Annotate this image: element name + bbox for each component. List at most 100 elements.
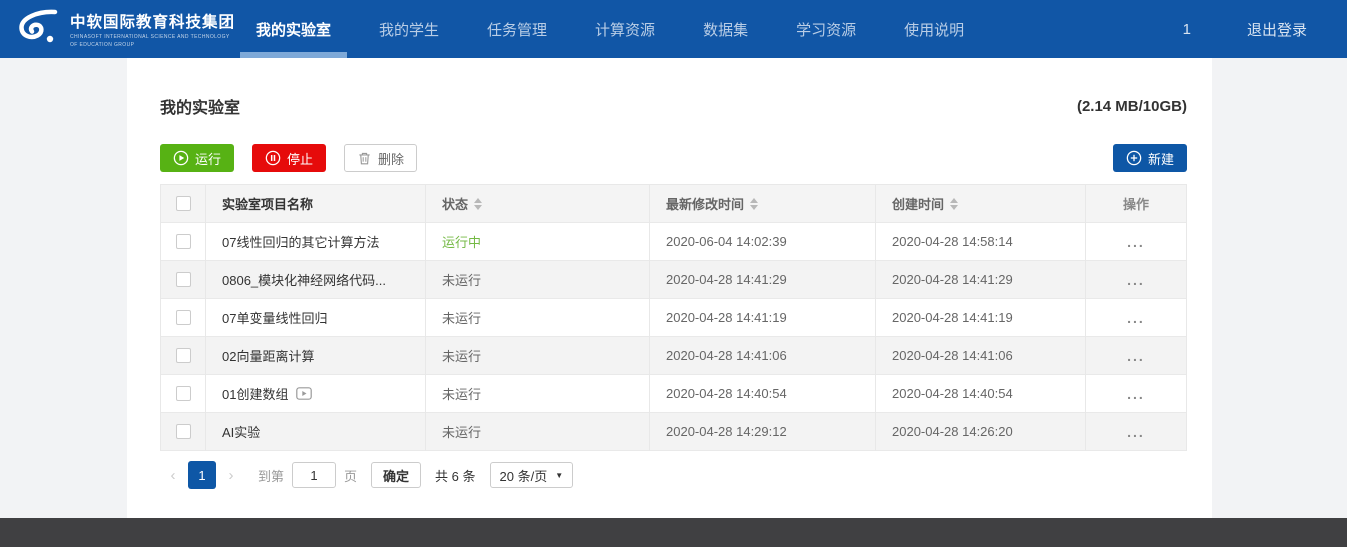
plus-circle-icon: [1126, 150, 1142, 166]
created-time: 2020-04-28 14:41:06: [876, 337, 1086, 375]
column-header-label: 最新修改时间: [666, 194, 744, 213]
pause-circle-icon: [265, 150, 281, 166]
play-circle-icon: [173, 150, 189, 166]
row-checkbox[interactable]: [176, 310, 191, 325]
row-checkbox[interactable]: [176, 234, 191, 249]
next-page-icon[interactable]: ›: [218, 461, 244, 489]
pagination-bar: ‹ 1 › 到第 页 确定 共 6 条 20 条/页 ▼: [160, 461, 1187, 489]
nav-right-section: 1 退出登录: [1183, 19, 1347, 40]
table-row: AI实验 未运行 2020-04-28 14:29:12 2020-04-28 …: [161, 413, 1186, 451]
created-time: 2020-04-28 14:58:14: [876, 223, 1086, 261]
column-header-label: 状态: [442, 194, 468, 213]
modified-time: 2020-04-28 14:40:54: [650, 375, 876, 413]
column-header-label: 创建时间: [892, 194, 944, 213]
confirm-page-button[interactable]: 确定: [371, 462, 421, 488]
project-name-link[interactable]: 07单变量线性回归: [222, 308, 327, 327]
video-player-icon[interactable]: [296, 387, 312, 400]
status-text: 未运行: [442, 270, 481, 289]
created-time: 2020-04-28 14:41:19: [876, 299, 1086, 337]
table-row: 07线性回归的其它计算方法 运行中 2020-06-04 14:02:39 20…: [161, 223, 1186, 261]
nav-item-0[interactable]: 我的实验室: [232, 0, 355, 58]
create-new-button[interactable]: 新建: [1113, 144, 1187, 172]
more-actions-icon[interactable]: ...: [1127, 424, 1145, 440]
more-actions-icon[interactable]: ...: [1127, 234, 1145, 250]
column-header[interactable]: 状态: [426, 185, 650, 223]
nav-item-4[interactable]: 数据集: [679, 0, 772, 58]
column-header: 实验室项目名称: [206, 185, 426, 223]
sort-carets-icon[interactable]: [750, 198, 758, 210]
prev-page-icon[interactable]: ‹: [160, 461, 186, 489]
status-text: 未运行: [442, 422, 481, 441]
sort-carets-icon[interactable]: [474, 198, 482, 210]
column-header-label: 操作: [1123, 194, 1149, 213]
table-row: 07单变量线性回归 未运行 2020-04-28 14:41:19 2020-0…: [161, 299, 1186, 337]
column-header-label: 实验室项目名称: [222, 194, 313, 213]
status-text: 未运行: [442, 384, 481, 403]
row-checkbox[interactable]: [176, 386, 191, 401]
modified-time: 2020-04-28 14:29:12: [650, 413, 876, 451]
project-name-link[interactable]: 01创建数组: [222, 384, 288, 403]
nav-menu: 我的实验室我的学生任务管理计算资源数据集学习资源使用说明: [232, 0, 988, 58]
logout-button[interactable]: 退出登录: [1247, 19, 1307, 40]
delete-button-label: 删除: [378, 149, 404, 168]
nav-item-3[interactable]: 计算资源: [571, 0, 679, 58]
lab-projects-table: 实验室项目名称 状态 最新修改时间 创建时间 操作 07线性回归的其它计算方法 运行中 …: [160, 184, 1187, 451]
chinasoft-logo-icon: [14, 8, 62, 50]
status-text: 运行中: [442, 232, 481, 251]
goto-page-label: 到第: [258, 466, 284, 485]
column-header[interactable]: 最新修改时间: [650, 185, 876, 223]
created-time: 2020-04-28 14:26:20: [876, 413, 1086, 451]
delete-button[interactable]: 删除: [344, 144, 417, 172]
goto-page-input[interactable]: [292, 462, 336, 488]
page-size-value: 20 条/页: [500, 466, 548, 485]
more-actions-icon[interactable]: ...: [1127, 348, 1145, 364]
create-new-button-label: 新建: [1148, 149, 1174, 168]
table-body: 07线性回归的其它计算方法 运行中 2020-06-04 14:02:39 20…: [161, 223, 1186, 451]
chevron-down-icon: ▼: [555, 471, 563, 480]
nav-item-1[interactable]: 我的学生: [355, 0, 463, 58]
more-actions-icon[interactable]: ...: [1127, 386, 1145, 402]
table-row: 02向量距离计算 未运行 2020-04-28 14:41:06 2020-04…: [161, 337, 1186, 375]
table-row: 0806_模块化神经网络代码... 未运行 2020-04-28 14:41:2…: [161, 261, 1186, 299]
project-name-link[interactable]: AI实验: [222, 422, 260, 441]
run-button[interactable]: 运行: [160, 144, 234, 172]
total-count-label: 共 6 条: [435, 466, 475, 485]
project-name-link[interactable]: 07线性回归的其它计算方法: [222, 232, 379, 251]
status-text: 未运行: [442, 308, 481, 327]
nav-item-6[interactable]: 使用说明: [880, 0, 988, 58]
modified-time: 2020-06-04 14:02:39: [650, 223, 876, 261]
row-checkbox[interactable]: [176, 348, 191, 363]
nav-count-badge[interactable]: 1: [1183, 21, 1191, 38]
brand-subtitle-line2: OF EDUCATION GROUP: [70, 42, 235, 48]
created-time: 2020-04-28 14:41:29: [876, 261, 1086, 299]
modified-time: 2020-04-28 14:41:29: [650, 261, 876, 299]
select-all-checkbox[interactable]: [176, 196, 191, 211]
modified-time: 2020-04-28 14:41:06: [650, 337, 876, 375]
row-checkbox[interactable]: [176, 424, 191, 439]
created-time: 2020-04-28 14:40:54: [876, 375, 1086, 413]
top-navigation-bar: 中软国际教育科技集团 CHINASOFT INTERNATIONAL SCIEN…: [0, 0, 1347, 58]
more-actions-icon[interactable]: ...: [1127, 272, 1145, 288]
column-header[interactable]: 创建时间: [876, 185, 1086, 223]
status-text: 未运行: [442, 346, 481, 365]
toolbar: 运行 停止 删除 新建: [160, 144, 1187, 172]
nav-item-2[interactable]: 任务管理: [463, 0, 571, 58]
more-actions-icon[interactable]: ...: [1127, 310, 1145, 326]
project-name-link[interactable]: 02向量距离计算: [222, 346, 314, 365]
nav-item-5[interactable]: 学习资源: [772, 0, 880, 58]
current-page-button[interactable]: 1: [188, 461, 216, 489]
storage-usage-label: (2.14 MB/10GB): [1077, 98, 1187, 115]
page-title: 我的实验室: [160, 94, 240, 118]
page-size-select[interactable]: 20 条/页 ▼: [490, 462, 574, 488]
project-name-link[interactable]: 0806_模块化神经网络代码...: [222, 270, 386, 289]
table-row: 01创建数组 未运行 2020-04-28 14:40:54 2020-04-2…: [161, 375, 1186, 413]
main-content-panel: 我的实验室 (2.14 MB/10GB) 运行 停止 删除 新建: [127, 58, 1212, 518]
brand-title: 中软国际教育科技集团: [70, 10, 235, 32]
row-checkbox[interactable]: [176, 272, 191, 287]
trash-icon: [357, 151, 372, 166]
page-footer: [0, 518, 1347, 547]
run-button-label: 运行: [195, 149, 221, 168]
brand-logo-block[interactable]: 中软国际教育科技集团 CHINASOFT INTERNATIONAL SCIEN…: [0, 8, 232, 50]
sort-carets-icon[interactable]: [950, 198, 958, 210]
stop-button[interactable]: 停止: [252, 144, 326, 172]
